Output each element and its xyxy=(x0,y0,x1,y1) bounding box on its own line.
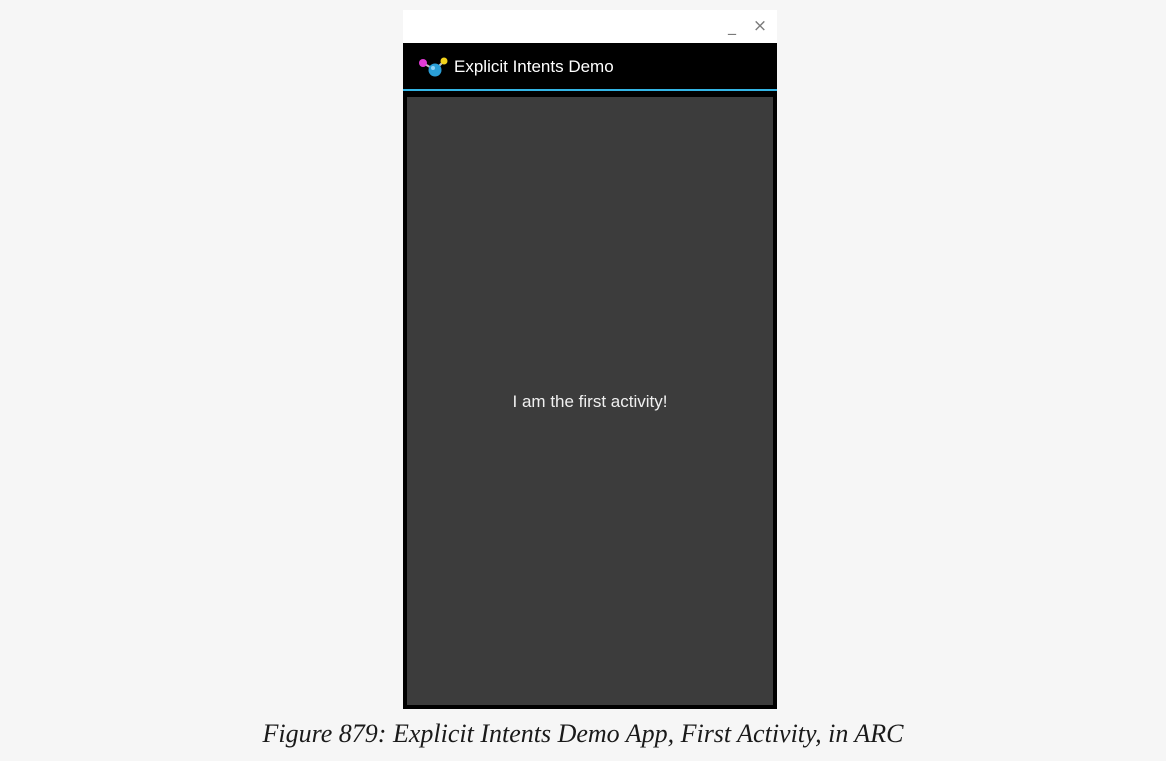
figure-caption: Figure 879: Explicit Intents Demo App, F… xyxy=(262,719,904,748)
app-molecule-icon xyxy=(419,57,448,77)
action-bar: Explicit Intents Demo xyxy=(403,43,777,91)
app-title: Explicit Intents Demo xyxy=(454,57,614,76)
window-titlebar: _ × xyxy=(403,10,777,43)
activity-message: I am the first activity! xyxy=(512,392,668,411)
app-window: _ × Explicit Intents Demo I am the first… xyxy=(403,10,777,709)
minimize-button[interactable]: _ xyxy=(720,14,744,38)
minimize-icon: _ xyxy=(728,16,736,35)
close-icon: × xyxy=(752,16,768,36)
close-button[interactable]: × xyxy=(748,14,772,38)
activity-content: I am the first activity! xyxy=(407,97,773,705)
